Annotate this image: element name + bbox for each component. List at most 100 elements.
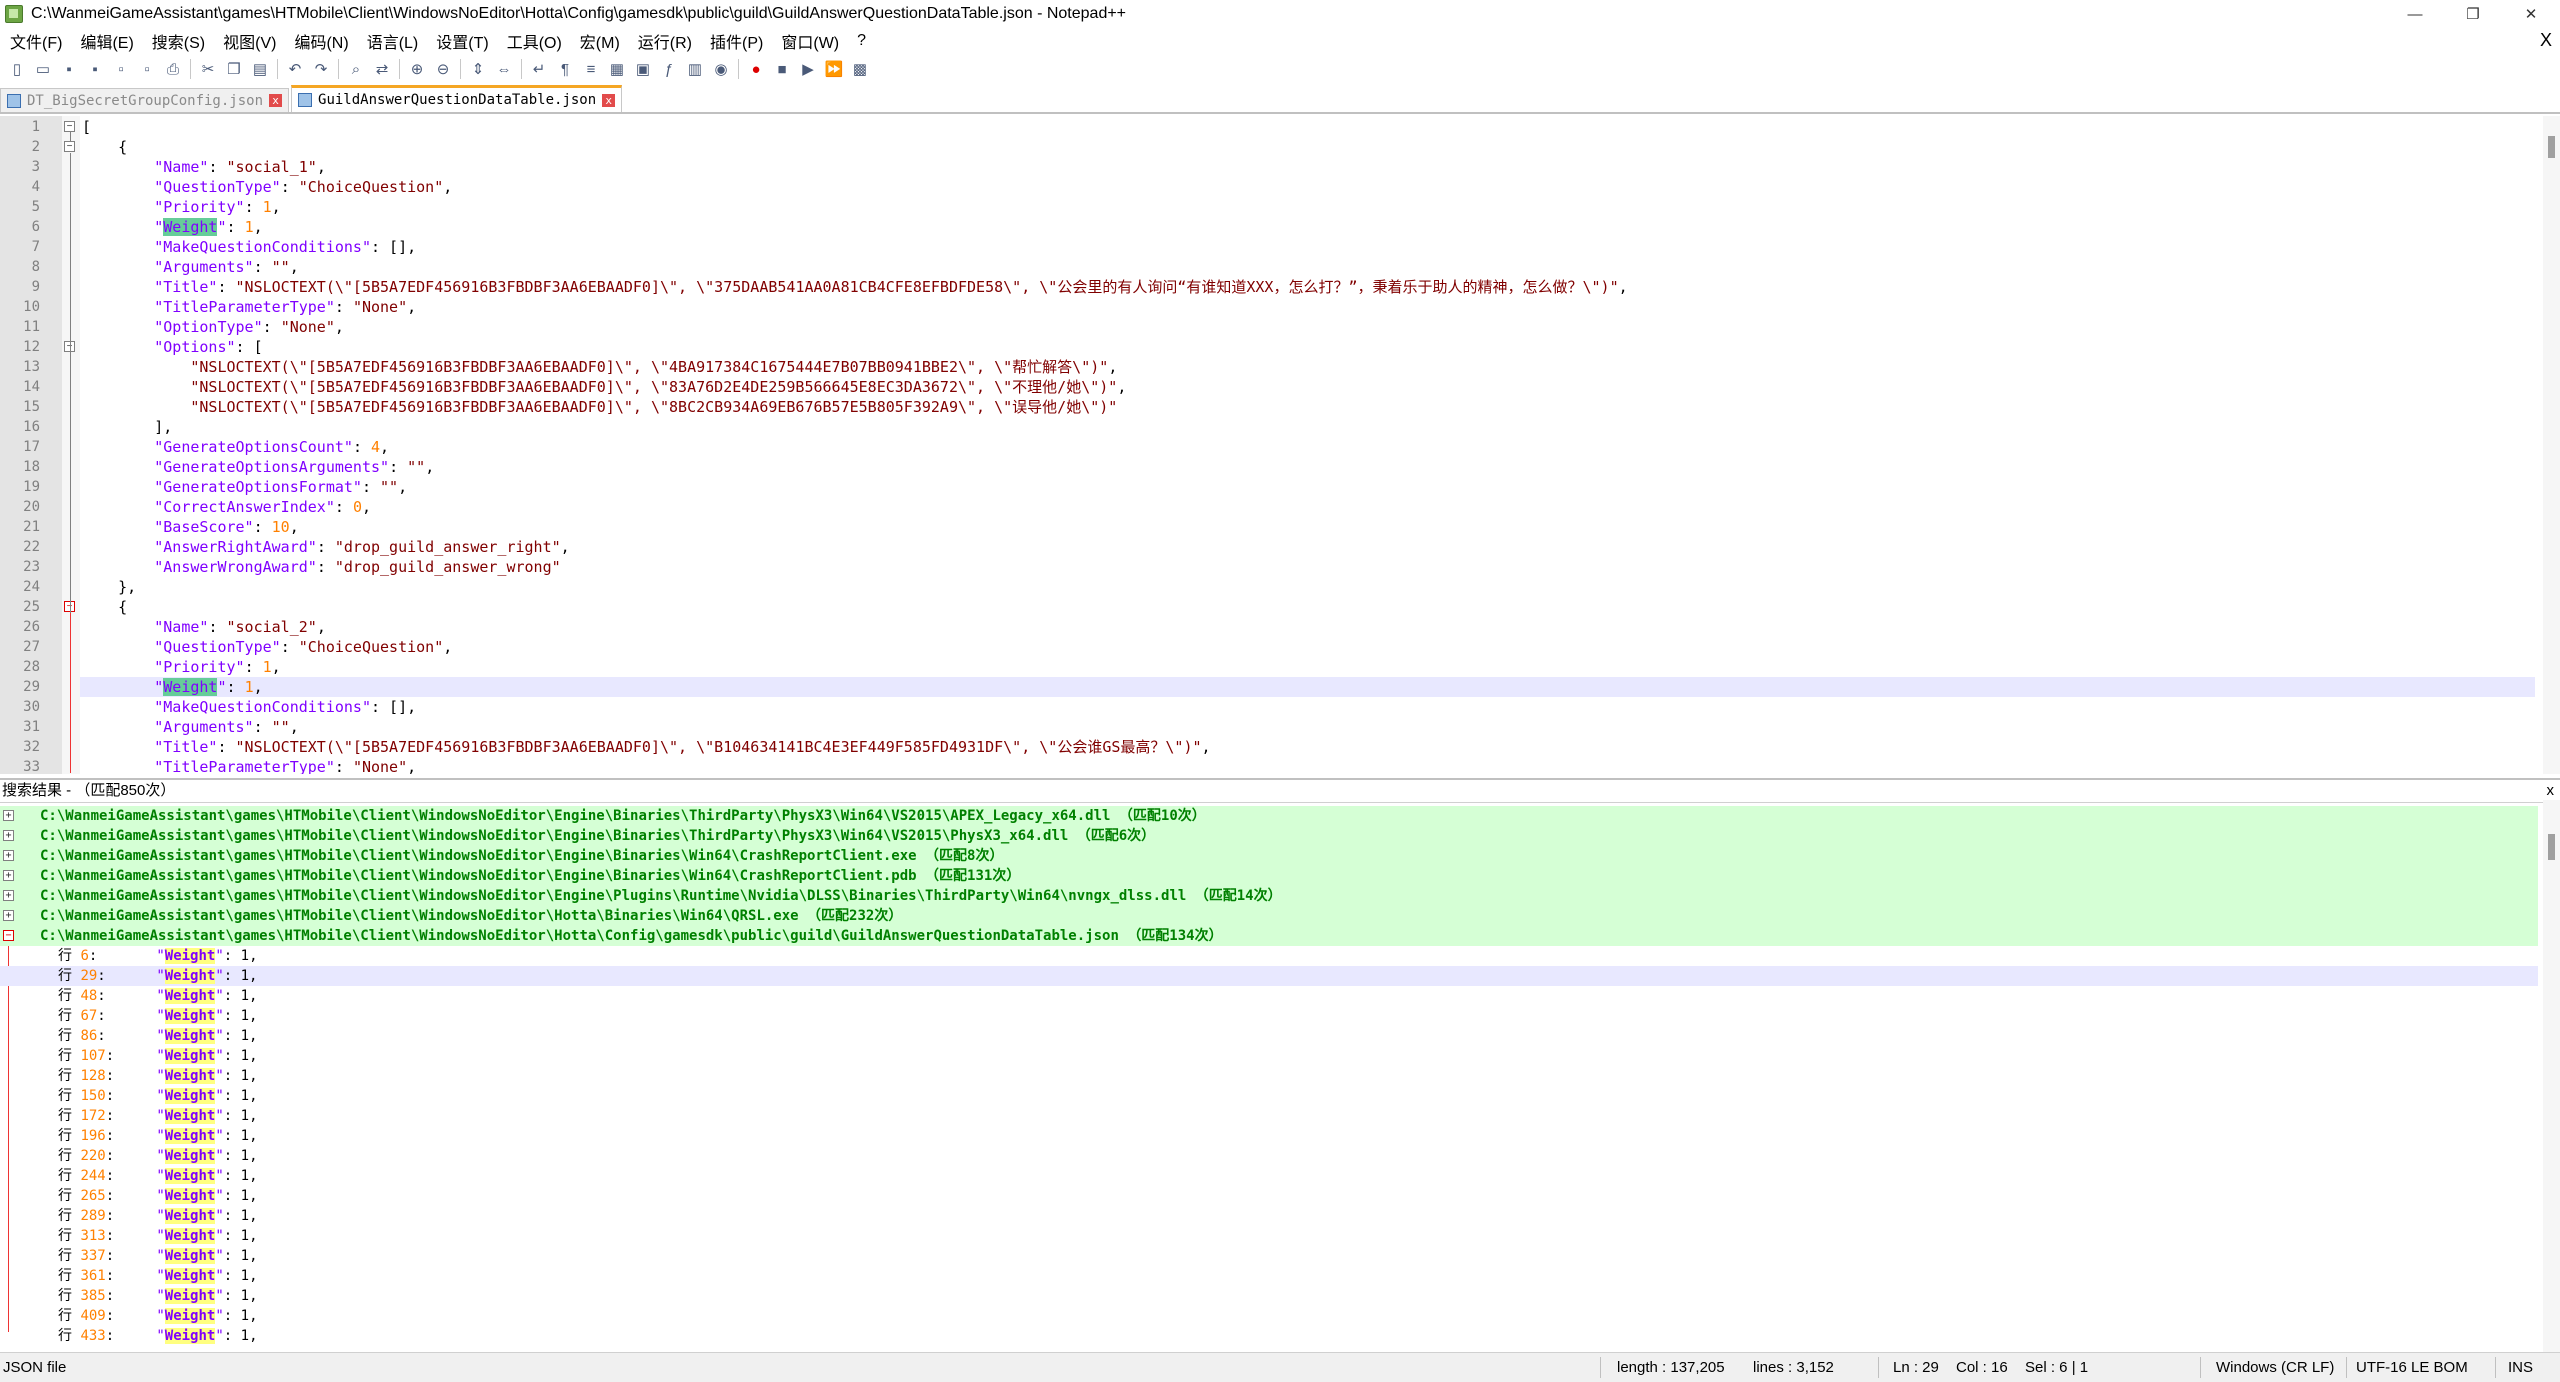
menu-window[interactable]: 窗口(W) (771, 29, 847, 53)
search-result-line[interactable]: 行 313: "Weight": 1, (0, 1226, 2538, 1246)
expand-icon[interactable]: + (3, 890, 14, 901)
search-result-line[interactable]: 行 67: "Weight": 1, (0, 1006, 2538, 1026)
search-vertical-scrollbar[interactable] (2543, 800, 2560, 1352)
code-line[interactable]: "Weight": 1, (82, 217, 263, 237)
search-result-line[interactable]: 行 196: "Weight": 1, (0, 1126, 2538, 1146)
search-result-line[interactable]: 行 385: "Weight": 1, (0, 1286, 2538, 1306)
folder-workspace-icon[interactable]: ▥ (684, 58, 706, 80)
sync-vertical-icon[interactable]: ⇕ (467, 58, 489, 80)
expand-icon[interactable]: + (3, 870, 14, 881)
search-result-line[interactable]: 行 172: "Weight": 1, (0, 1106, 2538, 1126)
show-all-chars-icon[interactable]: ¶ (554, 58, 576, 80)
code-line[interactable]: "Weight": 1, (82, 677, 263, 697)
zoom-out-icon[interactable]: ⊖ (432, 58, 454, 80)
search-result-line[interactable]: 行 48: "Weight": 1, (0, 986, 2538, 1006)
new-file-icon[interactable]: ▯ (6, 58, 28, 80)
search-result-file-row[interactable]: + C:\WanmeiGameAssistant\games\HTMobile\C… (0, 826, 2538, 846)
code-line[interactable]: "NSLOCTEXT(\"[5B5A7EDF456916B3FBDBF3AA6E… (82, 357, 1117, 377)
code-line[interactable]: { (82, 597, 127, 617)
tab-dt-bigsecretgroupconfig[interactable]: DT_BigSecretGroupConfig.json x (0, 88, 290, 112)
code-line[interactable]: "Name": "social_2", (82, 617, 326, 637)
record-macro-icon[interactable]: ● (745, 58, 767, 80)
expand-icon[interactable]: + (3, 910, 14, 921)
code-line[interactable]: "GenerateOptionsCount": 4, (82, 437, 389, 457)
code-line[interactable]: "NSLOCTEXT(\"[5B5A7EDF456916B3FBDBF3AA6E… (82, 397, 1117, 417)
search-result-line[interactable]: 行 409: "Weight": 1, (0, 1306, 2538, 1326)
close-document-button[interactable]: X (2540, 30, 2552, 51)
print-icon[interactable]: ⎙ (162, 58, 184, 80)
editor-vertical-scrollbar[interactable] (2543, 116, 2560, 774)
search-result-line[interactable]: 行 361: "Weight": 1, (0, 1266, 2538, 1286)
search-result-line[interactable]: 行 150: "Weight": 1, (0, 1086, 2538, 1106)
code-line[interactable]: "Priority": 1, (82, 657, 280, 677)
search-result-line[interactable]: 行 107: "Weight": 1, (0, 1046, 2538, 1066)
redo-icon[interactable]: ↷ (310, 58, 332, 80)
code-line[interactable]: "OptionType": "None", (82, 317, 344, 337)
copy-icon[interactable]: ❐ (223, 58, 245, 80)
code-line[interactable]: "MakeQuestionConditions": [], (82, 697, 416, 717)
menu-macro[interactable]: 宏(M) (570, 29, 628, 53)
search-result-line[interactable]: 行 265: "Weight": 1, (0, 1186, 2538, 1206)
code-line[interactable]: ], (82, 417, 172, 437)
fold-toggle-icon[interactable]: − (64, 141, 75, 152)
code-line[interactable]: { (82, 137, 127, 157)
code-line[interactable]: "Options": [ (82, 337, 262, 357)
code-line[interactable]: "AnswerRightAward": "drop_guild_answer_r… (82, 537, 569, 557)
search-result-file-row[interactable]: − C:\WanmeiGameAssistant\games\HTMobile\C… (0, 926, 2538, 946)
save-icon[interactable]: ▪ (58, 58, 80, 80)
search-result-file-row[interactable]: + C:\WanmeiGameAssistant\games\HTMobile\C… (0, 806, 2538, 826)
find-icon[interactable]: ⌕ (345, 58, 367, 80)
search-result-line[interactable]: 行 6: "Weight": 1, (0, 946, 2538, 966)
search-result-line[interactable]: 行 433: "Weight": 1, (0, 1326, 2538, 1346)
expand-icon[interactable]: + (3, 850, 14, 861)
menu-tools[interactable]: 工具(O) (497, 29, 570, 53)
play-macro-icon[interactable]: ▶ (797, 58, 819, 80)
close-icon[interactable]: ▫ (110, 58, 132, 80)
search-result-line[interactable]: 行 128: "Weight": 1, (0, 1066, 2538, 1086)
code-editor[interactable]: 1 [2 {3 "Name": "social_1", 4 "QuestionTyp… (0, 116, 2560, 774)
code-line[interactable]: [ (82, 117, 91, 137)
code-line[interactable]: "Priority": 1, (82, 197, 280, 217)
search-result-file-row[interactable]: + C:\WanmeiGameAssistant\games\HTMobile\C… (0, 866, 2538, 886)
paste-icon[interactable]: ▤ (249, 58, 271, 80)
menu-language[interactable]: 语言(L) (357, 29, 427, 53)
code-line[interactable]: "GenerateOptionsArguments": "", (82, 457, 434, 477)
doc-map-icon[interactable]: ▣ (632, 58, 654, 80)
search-result-line[interactable]: 行 86: "Weight": 1, (0, 1026, 2538, 1046)
monitor-icon[interactable]: ◉ (710, 58, 732, 80)
expand-icon[interactable]: + (3, 810, 14, 821)
close-all-icon[interactable]: ▫ (136, 58, 158, 80)
tab-guildanswerquestiondatatable[interactable]: GuildAnswerQuestionDataTable.json x (291, 85, 623, 112)
code-line[interactable]: "MakeQuestionConditions": [], (82, 237, 416, 257)
tab-close-icon[interactable]: x (269, 94, 283, 107)
code-line[interactable]: "QuestionType": "ChoiceQuestion", (82, 177, 452, 197)
search-result-line[interactable]: 行 289: "Weight": 1, (0, 1206, 2538, 1226)
tab-close-icon[interactable]: x (602, 93, 616, 107)
run-macro-multiple-icon[interactable]: ⏩ (823, 58, 845, 80)
search-result-line[interactable]: 行 220: "Weight": 1, (0, 1146, 2538, 1166)
scrollbar-thumb[interactable] (2548, 136, 2555, 158)
menu-encoding[interactable]: 编码(N) (284, 29, 356, 53)
code-line[interactable]: "Arguments": "", (82, 717, 299, 737)
code-line[interactable]: "TitleParameterType": "None", (82, 297, 416, 317)
word-wrap-icon[interactable]: ↵ (528, 58, 550, 80)
menu-edit[interactable]: 编辑(E) (70, 29, 141, 53)
menu-run[interactable]: 运行(R) (628, 29, 700, 53)
code-line[interactable]: "NSLOCTEXT(\"[5B5A7EDF456916B3FBDBF3AA6E… (82, 377, 1126, 397)
restore-button[interactable]: ❐ (2444, 0, 2502, 28)
scrollbar-thumb[interactable] (2548, 834, 2555, 860)
undo-icon[interactable]: ↶ (284, 58, 306, 80)
indent-guide-icon[interactable]: ≡ (580, 58, 602, 80)
code-line[interactable]: "QuestionType": "ChoiceQuestion", (82, 637, 452, 657)
sync-horizontal-icon[interactable]: ⇔ (493, 58, 515, 80)
menu-help[interactable]: ? (847, 32, 874, 50)
search-result-line[interactable]: 行 244: "Weight": 1, (0, 1166, 2538, 1186)
search-result-line[interactable]: 行 337: "Weight": 1, (0, 1246, 2538, 1266)
code-line[interactable]: "CorrectAnswerIndex": 0, (82, 497, 371, 517)
code-line[interactable]: "Name": "social_1", (82, 157, 326, 177)
cut-icon[interactable]: ✂ (197, 58, 219, 80)
menu-view[interactable]: 视图(V) (213, 29, 284, 53)
fold-margin[interactable] (62, 116, 80, 774)
search-result-line[interactable]: 行 29: "Weight": 1, (0, 966, 2538, 986)
close-search-panel-button[interactable]: x (2547, 780, 2555, 802)
